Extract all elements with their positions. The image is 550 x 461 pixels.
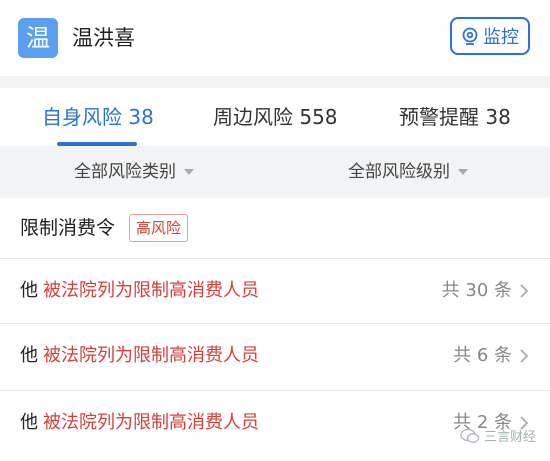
category-filter[interactable]: 全部风险类别 <box>74 146 194 198</box>
row-prefix: 他 <box>20 345 38 366</box>
chevron-right-icon <box>520 349 529 363</box>
wechat-icon <box>460 428 480 443</box>
caret-down-icon <box>458 169 468 175</box>
row-description: 被法院列为限制高消费人员 <box>43 412 259 433</box>
filter-bar: 全部风险类别 全部风险级别 <box>0 146 550 198</box>
row-prefix: 他 <box>20 280 38 301</box>
caret-down-icon <box>184 169 194 175</box>
divider <box>0 76 550 88</box>
list-item[interactable]: 他 被法院列为限制高消费人员 共 30 条 <box>0 258 550 323</box>
monitor-label: 监控 <box>483 27 519 48</box>
person-name: 温洪喜 <box>72 26 135 50</box>
profile-header: 温 温洪喜 监控 <box>0 0 550 76</box>
tab-warning[interactable]: 预警提醒 38 <box>399 88 511 146</box>
tab-own-risk[interactable]: 自身风险 38 <box>42 88 154 146</box>
avatar: 温 <box>18 18 58 58</box>
risk-level-badge: 高风险 <box>129 214 189 242</box>
tab-surrounding-risk[interactable]: 周边风险 558 <box>213 88 338 146</box>
camera-icon <box>462 27 478 45</box>
row-count: 共 2 条 <box>453 412 512 433</box>
section-title: 限制消费令 <box>20 217 116 239</box>
category-filter-label: 全部风险类别 <box>74 162 176 182</box>
list-item[interactable]: 他 被法院列为限制高消费人员 共 6 条 <box>0 323 550 388</box>
row-count: 共 30 条 <box>441 280 512 301</box>
row-prefix: 他 <box>20 412 38 433</box>
risk-tabs: 自身风险 38 周边风险 558 预警提醒 38 <box>0 88 550 146</box>
watermark-text: 三言财经 <box>483 430 536 445</box>
list-item[interactable]: 他 被法院列为限制高消费人员 共 2 条 <box>0 390 550 455</box>
row-description: 被法院列为限制高消费人员 <box>43 280 259 301</box>
level-filter-label: 全部风险级别 <box>348 162 450 182</box>
row-description: 被法院列为限制高消费人员 <box>43 345 259 366</box>
level-filter[interactable]: 全部风险级别 <box>348 146 468 198</box>
chevron-right-icon <box>520 284 529 298</box>
watermark: 三言财经 <box>460 426 536 445</box>
monitor-button[interactable]: 监控 <box>450 17 530 55</box>
section-header: 限制消费令 高风险 <box>0 198 550 258</box>
row-count: 共 6 条 <box>453 345 512 366</box>
